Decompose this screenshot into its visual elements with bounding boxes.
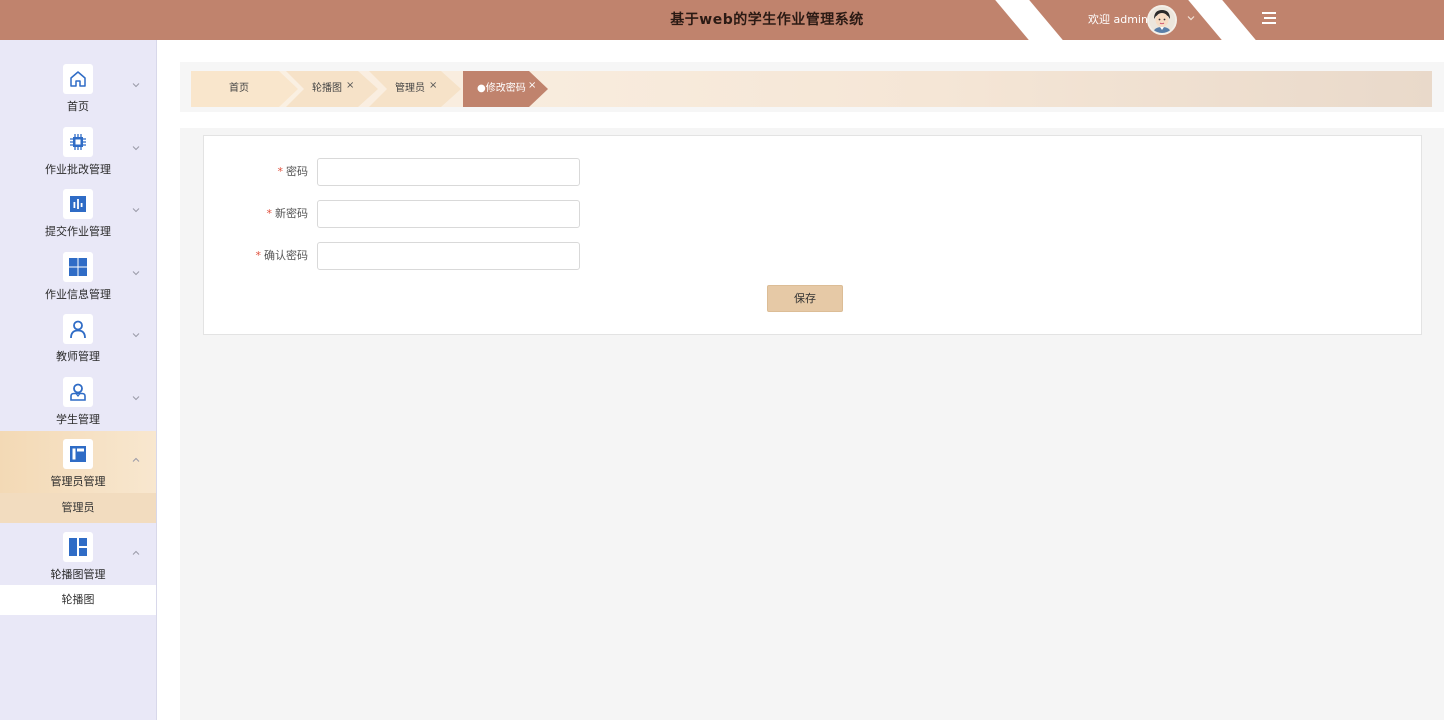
chevron-down-icon [130, 205, 142, 217]
sidebar-item-label: 管理员管理 [50, 475, 106, 488]
sidebar-item-students[interactable]: 学生管理 [0, 369, 156, 431]
sidebar-item-label: 轮播图管理 [50, 568, 106, 581]
chevron-down-icon [130, 393, 142, 405]
new-password-label: * 新密码 [266, 207, 309, 220]
avatar[interactable] [1147, 5, 1177, 35]
sidebar-item-homework-grading[interactable]: 作业批改管理 [0, 119, 156, 181]
chevron-down-icon [130, 330, 142, 342]
chevron-down-icon[interactable] [1185, 13, 1197, 25]
sidebar-item-carousel[interactable]: 轮播图管理 [0, 524, 156, 586]
new-password-input[interactable] [317, 200, 580, 228]
sidebar: 首页 作业批改管理 提交作业管理 作业信息管理 教师管理 学生管理 管理员管理 … [0, 40, 157, 720]
confirm-password-label: * 确认密码 [255, 249, 309, 262]
password-input[interactable] [317, 158, 580, 186]
chevron-down-icon [130, 268, 142, 280]
password-label: * 密码 [277, 165, 309, 178]
sidebar-item-label: 首页 [67, 100, 89, 113]
required-mark: * [277, 165, 284, 178]
tab-home[interactable]: 首页 [191, 71, 298, 107]
student-icon [63, 377, 93, 407]
chevron-up-icon [130, 455, 142, 467]
sidebar-item-home[interactable]: 首页 [0, 56, 156, 118]
sidebar-item-label: 作业批改管理 [45, 163, 111, 176]
close-icon[interactable]: × [346, 68, 354, 104]
main-area: 首页 轮播图 × 管理员 × ●修改密码 × * 密码 * 新密码 * 确认密码 保存 [158, 40, 1444, 720]
required-mark: * [266, 207, 273, 220]
sidebar-item-label: 教师管理 [56, 350, 100, 363]
sidebar-item-label: 作业信息管理 [45, 288, 111, 301]
chevron-up-icon [130, 548, 142, 560]
sidebar-item-teachers[interactable]: 教师管理 [0, 306, 156, 368]
tab-label: 轮播图 [312, 83, 342, 94]
sidebar-item-label: 提交作业管理 [45, 225, 111, 238]
close-icon[interactable]: × [528, 68, 536, 104]
tab-label: 首页 [229, 83, 249, 94]
sidebar-subitem-admin[interactable]: 管理员 [0, 493, 156, 523]
close-icon[interactable]: × [429, 68, 437, 104]
tab-label: ●修改密码 [477, 83, 526, 94]
hamburger-icon[interactable] [1260, 9, 1278, 27]
tab-change-password[interactable]: ●修改密码 × [463, 71, 548, 107]
sidebar-item-homework-info[interactable]: 作业信息管理 [0, 244, 156, 306]
bar-chart-icon [63, 189, 93, 219]
welcome-text: 欢迎 admin [1088, 13, 1148, 26]
required-mark: * [255, 249, 262, 262]
grid-icon [63, 252, 93, 282]
sidebar-item-label: 学生管理 [56, 413, 100, 426]
sidebar-subitem-carousel[interactable]: 轮播图 [0, 585, 156, 615]
tab-admin[interactable]: 管理员 × [369, 68, 464, 107]
sidebar-item-admins[interactable]: 管理员管理 [0, 431, 156, 493]
tab-label: 管理员 [395, 83, 425, 94]
chevron-down-icon [130, 143, 142, 155]
chevron-down-icon [130, 80, 142, 92]
home-icon [63, 64, 93, 94]
sidebar-item-submit-homework[interactable]: 提交作业管理 [0, 181, 156, 243]
password-form-card: * 密码 * 新密码 * 确认密码 保存 [203, 135, 1422, 335]
layout-icon [63, 532, 93, 562]
admin-icon [63, 439, 93, 469]
top-header: 基于web的学生作业管理系统 欢迎 admin [0, 0, 1444, 40]
confirm-password-input[interactable] [317, 242, 580, 270]
chip-icon [63, 127, 93, 157]
user-icon [63, 314, 93, 344]
save-button[interactable]: 保存 [767, 285, 843, 312]
